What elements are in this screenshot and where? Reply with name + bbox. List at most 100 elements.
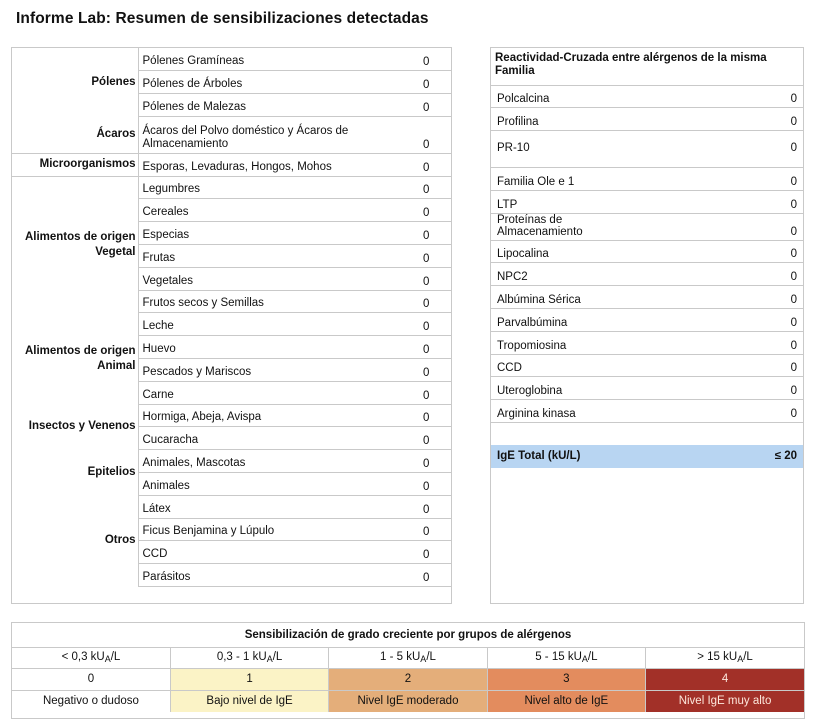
allergen-name: Pólenes de Árboles xyxy=(137,70,421,95)
family-value: 0 xyxy=(647,376,803,401)
legend-level: 3 xyxy=(487,668,647,691)
family-name: Arginina kinasa xyxy=(491,399,647,424)
allergen-name: Carne xyxy=(137,381,421,405)
table-row: Insectos y Venenos Hormiga, Abeja, Avisp… xyxy=(12,404,451,432)
family-value: 0 xyxy=(647,107,803,132)
report-title: Informe Lab: Resumen de sensibilizacione… xyxy=(16,10,429,27)
allergen-value: 0 xyxy=(421,244,451,268)
allergen-name: Especias xyxy=(137,221,421,246)
allergen-value: 0 xyxy=(421,563,451,588)
category-label: Alimentos de origen Vegetal xyxy=(24,230,136,258)
legend-range-row: < 0,3 kUA/L 0,3 - 1 kUA/L 1 - 5 kUA/L 5 … xyxy=(12,647,804,669)
table-row: Familia Ole e 10 xyxy=(491,167,803,191)
allergen-value: 0 xyxy=(421,518,451,542)
allergen-name: CCD xyxy=(137,540,421,565)
category-label: Otros xyxy=(104,534,136,547)
blank-row xyxy=(491,423,803,446)
allergen-value: 0 xyxy=(421,221,451,246)
allergen-value: 0 xyxy=(421,116,451,154)
table-row: Lipocalina 0 xyxy=(491,240,803,264)
table-row: Alimentos de origen Animal Leche 0 xyxy=(12,312,451,372)
cross-reactivity-panel: Reactividad-Cruzada entre alérgenos de l… xyxy=(490,47,804,604)
allergen-name: Animales xyxy=(137,472,421,496)
legend-title: Sensibilización de grado creciente por g… xyxy=(12,623,804,648)
legend-level-row: 0 1 2 3 4 xyxy=(12,668,804,691)
allergen-value: 0 xyxy=(421,540,451,565)
family-name: Parvalbúmina xyxy=(491,308,647,332)
legend-range: 0,3 - 1 kUA/L xyxy=(170,647,330,669)
allergen-name: Látex xyxy=(137,495,421,519)
cross-reactivity-table: Reactividad-Cruzada entre alérgenos de l… xyxy=(491,48,803,469)
family-name: Proteínas de Almacenamiento xyxy=(491,213,647,241)
allergen-name: Parásitos xyxy=(137,563,421,588)
allergen-name: Cucaracha xyxy=(137,426,421,451)
allergen-value: 0 xyxy=(421,267,451,291)
family-value: 0 xyxy=(647,399,803,424)
table-row: Otros Látex 0 xyxy=(12,495,451,546)
table-row: Profilina 0 xyxy=(491,107,803,132)
table-row: PR-10 0 xyxy=(491,130,803,169)
allergen-value: 0 xyxy=(421,449,451,474)
table-row: Tropomiosina 0 xyxy=(491,331,803,355)
legend-level: 1 xyxy=(170,668,330,691)
legend-description: Nivel IgE moderado xyxy=(328,690,488,712)
allergen-name: Pescados y Mariscos xyxy=(137,358,421,382)
family-name: Lipocalina xyxy=(491,240,647,264)
allergen-name: Cereales xyxy=(137,198,421,223)
allergen-value: 0 xyxy=(421,358,451,382)
family-name: Polcalcina xyxy=(491,85,647,109)
family-name: CCD xyxy=(491,354,647,378)
category-label: Ácaros xyxy=(12,116,138,154)
allergen-value: 0 xyxy=(421,93,451,117)
table-row: NPC2 0 xyxy=(491,262,803,287)
allergen-value: 0 xyxy=(421,404,451,428)
family-name: Tropomiosina xyxy=(491,331,647,355)
table-row: Proteínas de Almacenamiento 0 xyxy=(491,213,803,241)
category-label: Insectos y Venenos xyxy=(28,420,136,433)
total-ige-row: IgE Total (kU/L) ≤ 20 xyxy=(491,445,803,469)
allergen-name: Legumbres xyxy=(137,176,421,200)
allergen-name: Ficus Benjamina y Lúpulo xyxy=(137,518,421,542)
table-row: Polcalcina 0 xyxy=(491,85,803,109)
sensitization-legend: Sensibilización de grado creciente por g… xyxy=(11,622,805,719)
allergen-groups-table: Pólenes Pólenes Gramíneas 0 Pólenes de Á… xyxy=(12,48,451,588)
allergen-value: 0 xyxy=(421,48,451,72)
allergen-name: Pólenes de Malezas xyxy=(137,93,421,117)
legend-description: Negativo o dudoso xyxy=(12,690,171,712)
family-value: 0 xyxy=(647,354,803,378)
allergen-value: 0 xyxy=(421,495,451,519)
cross-reactivity-header: Reactividad-Cruzada entre alérgenos de l… xyxy=(491,48,803,86)
legend-range: < 0,3 kUA/L xyxy=(12,647,171,669)
legend-table: Sensibilización de grado creciente por g… xyxy=(12,623,804,712)
allergen-groups-panel: Pólenes Pólenes Gramíneas 0 Pólenes de Á… xyxy=(11,47,452,604)
table-row: Microorganismos Esporas, Levaduras, Hong… xyxy=(12,153,451,177)
allergen-value: 0 xyxy=(421,290,451,314)
family-name: Profilina xyxy=(491,107,647,132)
legend-title-row: Sensibilización de grado creciente por g… xyxy=(12,623,804,648)
family-name: Albúmina Sérica xyxy=(491,285,647,310)
allergen-value: 0 xyxy=(421,312,451,337)
allergen-value: 0 xyxy=(421,426,451,451)
category-label: Alimentos de origen Animal xyxy=(24,344,136,372)
family-name: NPC2 xyxy=(491,262,647,287)
family-value: 0 xyxy=(647,308,803,332)
table-row: Albúmina Sérica 0 xyxy=(491,285,803,310)
family-value: 0 xyxy=(647,240,803,264)
legend-level: 0 xyxy=(12,668,171,691)
total-ige-value: ≤ 20 xyxy=(647,445,803,469)
family-value: 0 xyxy=(647,167,803,191)
table-row: Pólenes Pólenes Gramíneas 0 xyxy=(12,48,451,88)
legend-description: Nivel IgE muy alto xyxy=(645,690,804,712)
table-header-row: Reactividad-Cruzada entre alérgenos de l… xyxy=(491,48,803,86)
allergen-name: Animales, Mascotas xyxy=(137,449,421,474)
legend-description: Bajo nivel de IgE xyxy=(170,690,330,712)
allergen-value: 0 xyxy=(421,70,451,95)
category-label: Epitelios xyxy=(87,466,136,479)
legend-range: 5 - 15 kUA/L xyxy=(487,647,647,669)
table-row: Ácaros Ácaros del Polvo doméstico y Ácar… xyxy=(12,116,451,154)
legend-range: 1 - 5 kUA/L xyxy=(328,647,488,669)
table-row: Parvalbúmina 0 xyxy=(491,308,803,332)
category-label: Microorganismos xyxy=(12,153,138,177)
legend-description-row: Negativo o dudoso Bajo nivel de IgE Nive… xyxy=(12,690,804,712)
family-name: Familia Ole e 1 xyxy=(491,167,647,191)
